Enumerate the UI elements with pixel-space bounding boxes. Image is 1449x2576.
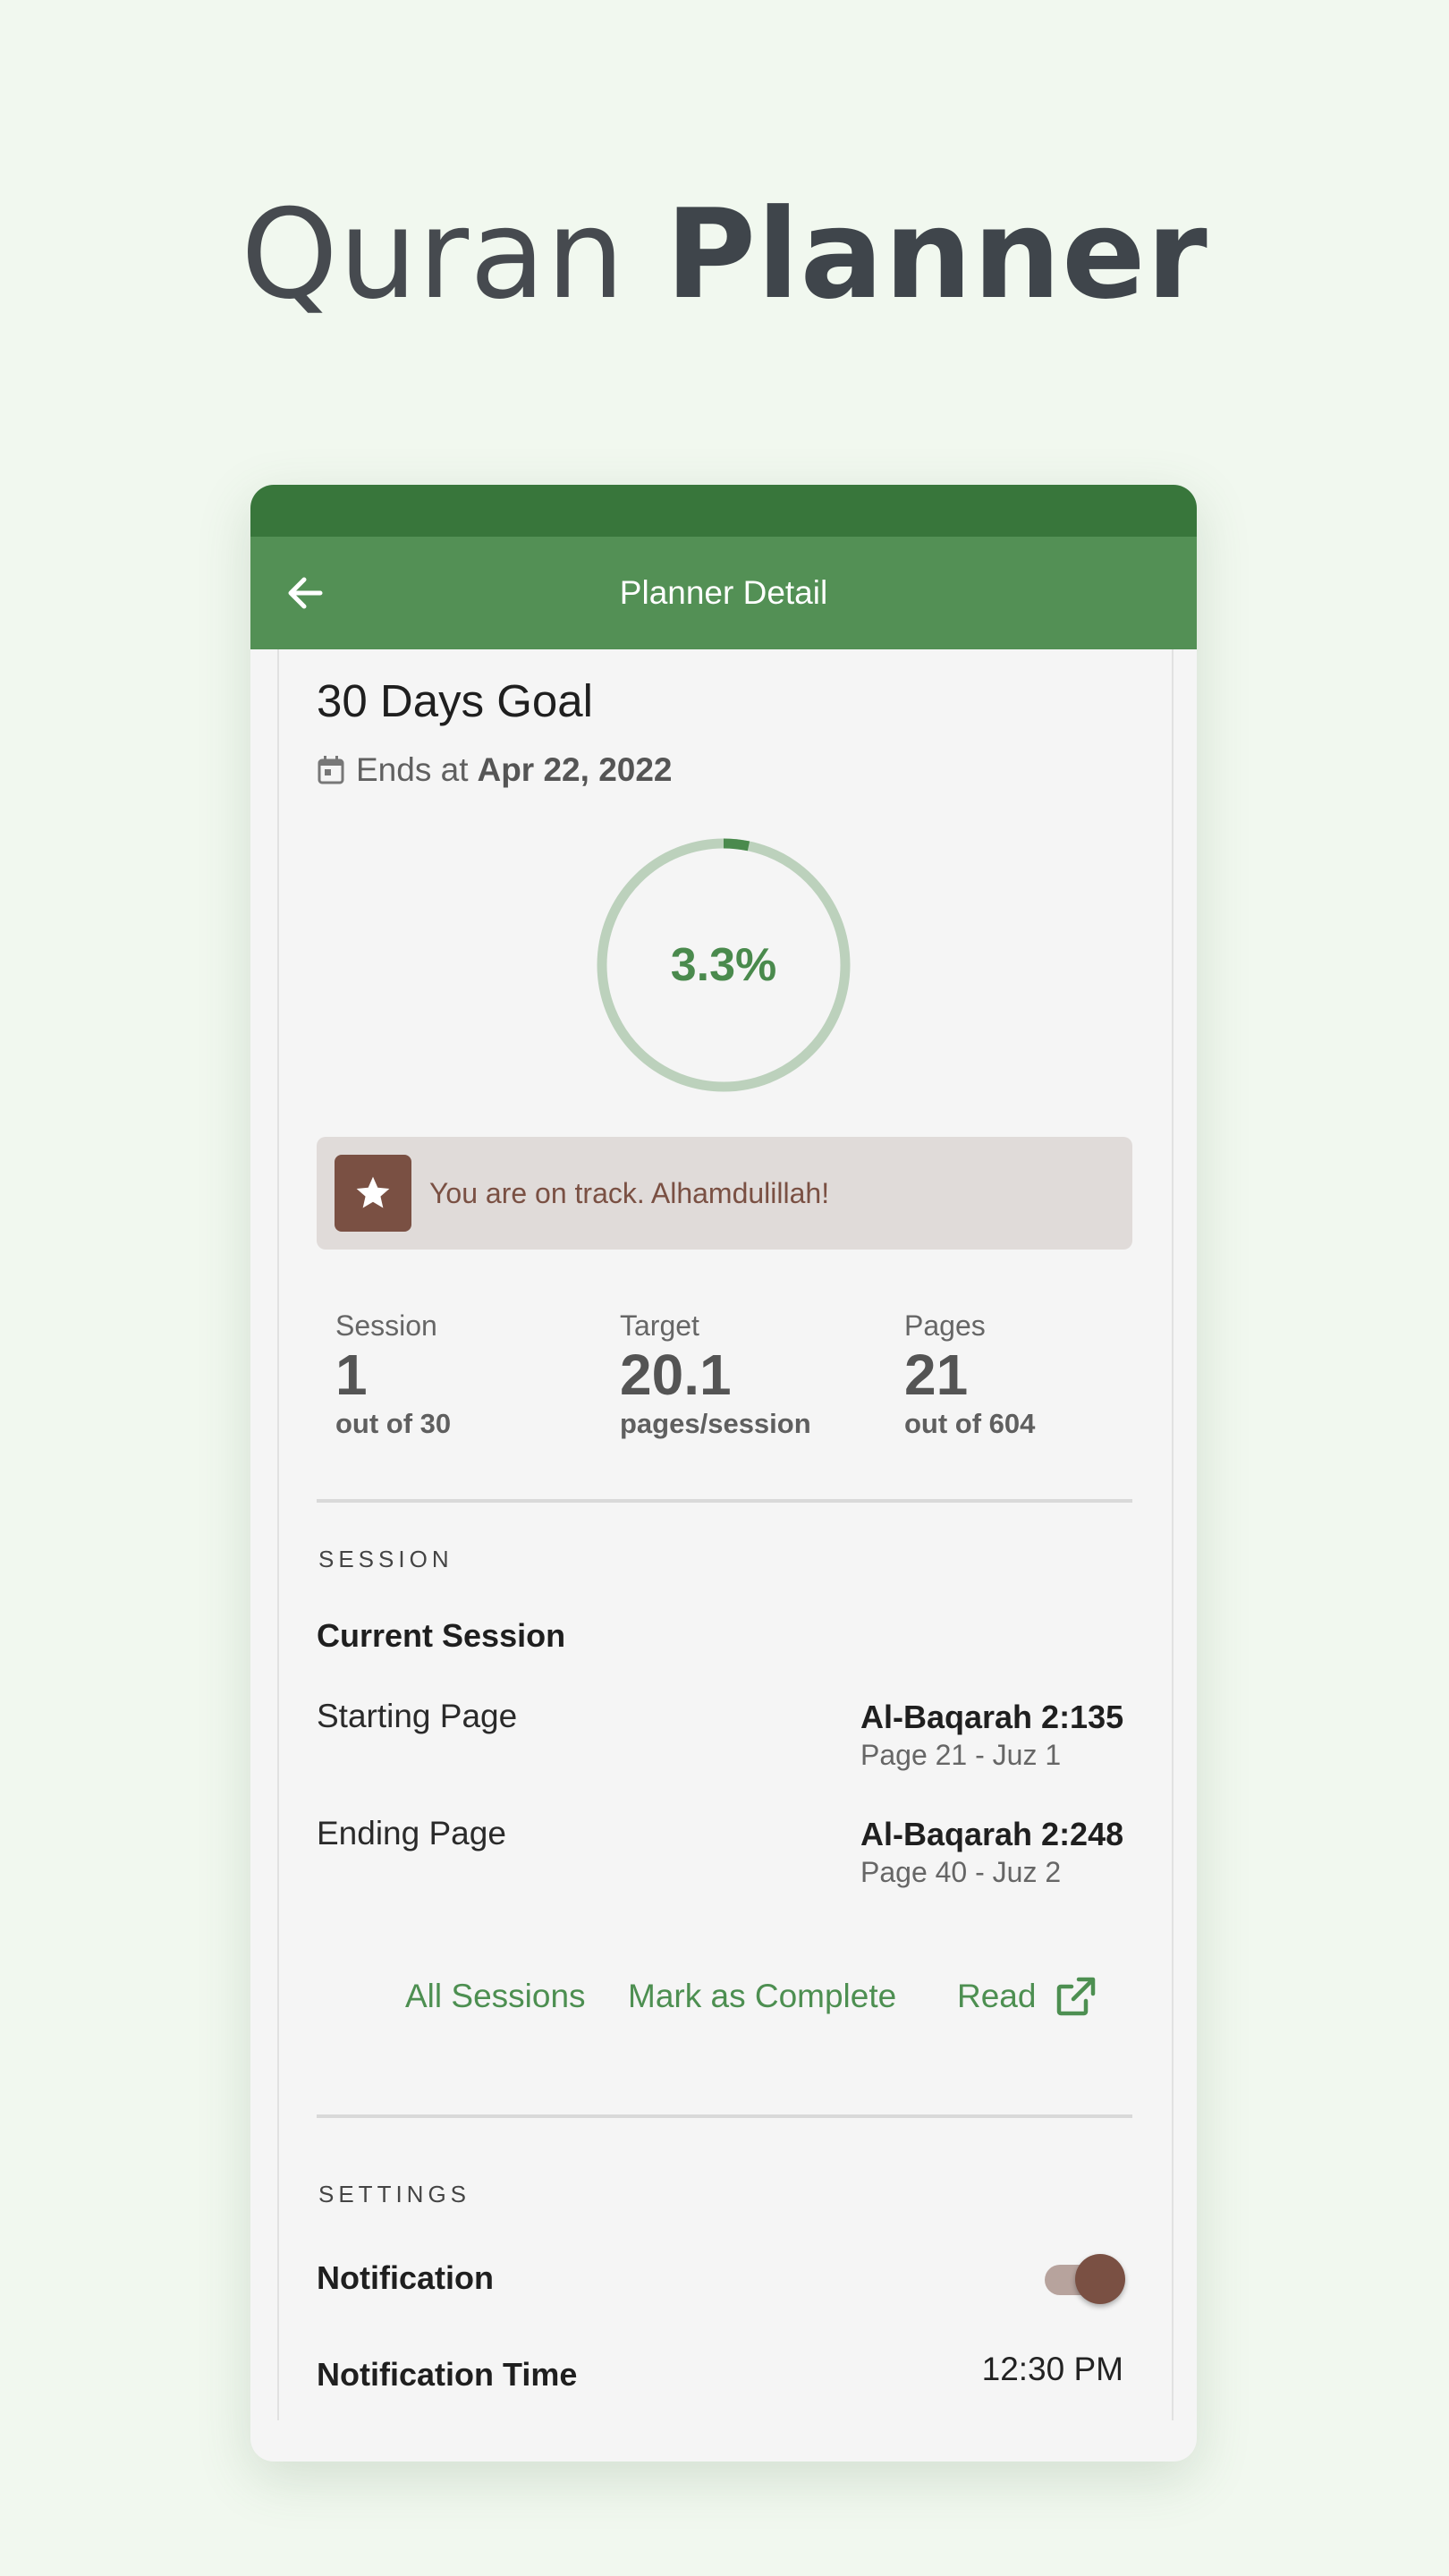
- session-section-heading: SESSION: [318, 1546, 453, 1572]
- mark-complete-button[interactable]: Mark as Complete: [628, 1970, 896, 2023]
- ends-at-label: Ends at: [356, 751, 469, 788]
- toggle-knob: [1075, 2254, 1125, 2304]
- stat-pages: Pages 21 out of 604: [904, 1308, 1137, 1442]
- ending-page-sub: Page 40 - Juz 2: [860, 1856, 1062, 1888]
- all-sessions-button[interactable]: All Sessions: [405, 1970, 586, 2023]
- on-track-banner: You are on track. Alhamdulillah!: [317, 1137, 1132, 1250]
- progress-percent: 3.3%: [670, 939, 777, 991]
- stat-sub: out of 604: [904, 1408, 1036, 1439]
- phone-screen: Planner Detail 30 Days Goal Ends at Apr …: [250, 485, 1197, 2462]
- stat-target: Target 20.1 pages/session: [620, 1308, 852, 1442]
- notification-toggle[interactable]: [1045, 2250, 1127, 2304]
- app-bar: Planner Detail: [250, 537, 1197, 649]
- on-track-text: You are on track. Alhamdulillah!: [429, 1177, 830, 1209]
- arrow-left-icon: [288, 577, 323, 609]
- notification-label: Notification: [317, 2259, 494, 2296]
- divider: [317, 2114, 1132, 2118]
- stat-sub: pages/session: [620, 1408, 811, 1439]
- notification-time-label: Notification Time: [317, 2356, 578, 2393]
- settings-section-heading: SETTINGS: [318, 2181, 471, 2207]
- ending-page-value: Al-Baqarah 2:248 Page 40 - Juz 2: [860, 1815, 1123, 1890]
- stat-label: Target: [620, 1309, 699, 1342]
- star-badge: [335, 1155, 411, 1232]
- back-button[interactable]: [277, 565, 333, 621]
- calendar-icon: [318, 756, 344, 784]
- stat-value: 21: [904, 1343, 969, 1407]
- divider: [317, 1499, 1132, 1503]
- hero-title-bold: Planner: [665, 182, 1208, 326]
- stat-value: 20.1: [620, 1343, 732, 1407]
- star-icon: [356, 1176, 390, 1208]
- app-bar-title: Planner Detail: [619, 574, 828, 611]
- hero-title-light: Quran: [241, 182, 626, 326]
- read-button[interactable]: Read: [957, 1970, 1098, 2023]
- goal-title: 30 Days Goal: [317, 675, 593, 726]
- stat-sub: out of 30: [335, 1408, 452, 1439]
- starting-page-label: Starting Page: [317, 1698, 518, 1734]
- stat-label: Pages: [904, 1309, 986, 1342]
- current-session-label: Current Session: [317, 1617, 566, 1654]
- hero-title: Quran Planner: [0, 179, 1449, 331]
- ending-page-label: Ending Page: [317, 1815, 506, 1852]
- starting-page-sub: Page 21 - Juz 1: [860, 1739, 1062, 1771]
- goal-end-date-row: Ends at Apr 22, 2022: [317, 751, 673, 789]
- starting-page-value: Al-Baqarah 2:135 Page 21 - Juz 1: [860, 1698, 1123, 1773]
- ending-page-ref: Al-Baqarah 2:248: [860, 1816, 1124, 1852]
- notification-time-value[interactable]: 12:30 PM: [982, 2351, 1123, 2388]
- starting-page-ref: Al-Baqarah 2:135: [860, 1699, 1124, 1735]
- ends-at-date: Apr 22, 2022: [477, 751, 673, 788]
- read-button-label: Read: [957, 1978, 1037, 2014]
- stat-value: 1: [335, 1343, 368, 1407]
- stat-label: Session: [335, 1309, 437, 1342]
- status-bar: [250, 485, 1197, 537]
- external-link-icon: [1057, 1977, 1096, 2016]
- stat-session: Session 1 out of 30: [335, 1308, 568, 1442]
